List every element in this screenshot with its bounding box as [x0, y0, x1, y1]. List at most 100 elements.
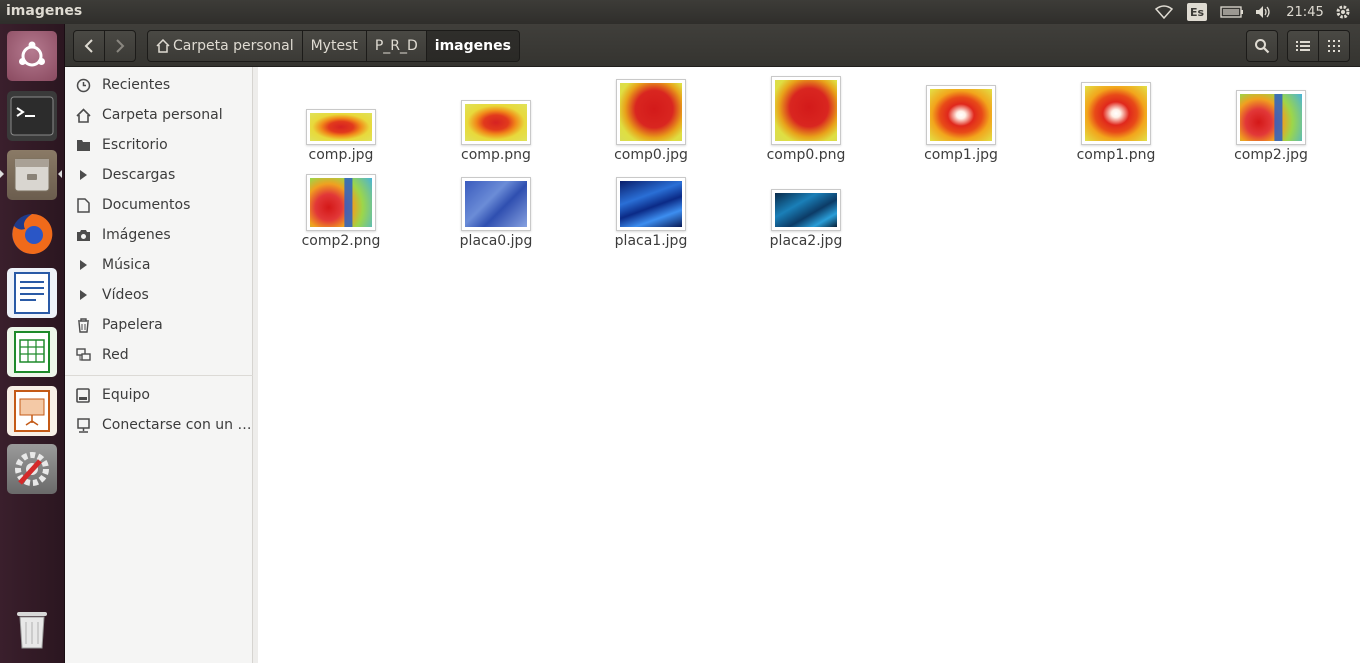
video-icon	[75, 287, 91, 303]
file-thumbnail	[1081, 82, 1151, 145]
sidebar-item-equipo[interactable]: Equipo	[65, 380, 253, 410]
file-item[interactable]: comp2.jpg	[1216, 75, 1326, 175]
file-item[interactable]: placa2.jpg	[751, 161, 861, 261]
file-thumbnail	[926, 85, 996, 145]
file-item[interactable]: comp.png	[441, 75, 551, 175]
calc-button[interactable]	[7, 327, 57, 377]
sidebar: Recientes Carpeta personal Escritorio De…	[65, 67, 253, 663]
sidebar-item-escritorio[interactable]: Escritorio	[65, 130, 253, 160]
chevron-right-icon	[116, 39, 125, 53]
pathbar-label: Mytest	[310, 38, 358, 54]
sidebar-item-label: Recientes	[102, 77, 171, 93]
ubuntu-dash-button[interactable]	[7, 31, 57, 81]
firefox-icon	[12, 213, 53, 254]
file-thumbnail	[616, 79, 686, 145]
file-thumbnail	[616, 177, 686, 231]
sidebar-item-label: Carpeta personal	[102, 107, 223, 123]
sidebar-item-recientes[interactable]: Recientes	[65, 70, 253, 100]
pathbar-item-imagenes[interactable]: imagenes	[426, 30, 520, 62]
sidebar-item-label: Conectarse con un …	[102, 417, 252, 433]
window-title: imagenes	[6, 3, 83, 19]
terminal-button[interactable]	[7, 91, 57, 141]
view-options-button[interactable]	[1318, 30, 1350, 62]
drive-icon	[75, 387, 91, 403]
path-bar: Carpeta personal Mytest P_R_D imagenes	[147, 30, 520, 62]
search-icon	[1255, 39, 1270, 54]
home-icon	[75, 107, 91, 123]
top-panel: imagenes Es 21:45	[0, 0, 1360, 24]
sidebar-item-descargas[interactable]: Descargas	[65, 160, 253, 190]
volume-icon[interactable]	[1253, 0, 1275, 24]
sidebar-item-label: Imágenes	[102, 227, 171, 243]
impress-button[interactable]	[7, 386, 57, 436]
sidebar-separator	[65, 375, 253, 376]
trash-button[interactable]	[7, 604, 57, 654]
file-item[interactable]: placa0.jpg	[441, 161, 551, 261]
pathbar-item-prd[interactable]: P_R_D	[366, 30, 427, 62]
sidebar-item-documentos[interactable]: Documentos	[65, 190, 253, 220]
music-icon	[75, 257, 91, 273]
file-item[interactable]: comp0.jpg	[596, 75, 706, 175]
sidebar-item-label: Documentos	[102, 197, 191, 213]
file-item[interactable]: comp0.png	[751, 75, 861, 175]
trash-icon	[17, 612, 47, 649]
sidebar-item-videos[interactable]: Vídeos	[65, 280, 253, 310]
file-name: comp2.png	[301, 233, 381, 249]
chevron-left-icon	[84, 39, 93, 53]
file-item[interactable]: comp.jpg	[286, 75, 396, 175]
forward-button[interactable]	[104, 30, 136, 62]
file-name: placa2.jpg	[769, 233, 843, 249]
sidebar-item-papelera[interactable]: Papelera	[65, 310, 253, 340]
camera-icon	[75, 227, 91, 243]
file-name: comp2.jpg	[1234, 147, 1308, 163]
terminal-icon	[10, 96, 54, 136]
sidebar-item-carpeta-personal[interactable]: Carpeta personal	[65, 100, 253, 130]
focused-indicator	[58, 170, 62, 178]
sidebar-item-imagenes[interactable]: Imágenes	[65, 220, 253, 250]
file-item[interactable]: comp1.jpg	[906, 75, 1016, 175]
writer-button[interactable]	[7, 268, 57, 318]
battery-icon[interactable]	[1218, 0, 1246, 24]
keyboard-layout-indicator[interactable]: Es	[1186, 0, 1208, 24]
wifi-icon[interactable]	[1153, 0, 1175, 24]
file-thumbnail	[771, 76, 841, 145]
file-name: comp1.jpg	[924, 147, 998, 163]
file-thumbnail	[461, 100, 531, 145]
file-item[interactable]: comp1.png	[1061, 75, 1171, 175]
impress-icon	[14, 390, 50, 432]
file-thumbnail	[1236, 90, 1306, 145]
sidebar-item-connect-server[interactable]: Conectarse con un …	[65, 410, 253, 440]
system-settings-button[interactable]	[7, 444, 57, 494]
keyboard-layout-label: Es	[1187, 3, 1207, 21]
file-cabinet-icon	[14, 158, 50, 192]
launcher	[0, 24, 65, 663]
clock[interactable]: 21:45	[1283, 0, 1327, 24]
list-view-button[interactable]	[1287, 30, 1319, 62]
clock-icon	[75, 77, 91, 93]
running-indicator	[0, 170, 4, 178]
back-button[interactable]	[73, 30, 105, 62]
file-item[interactable]: placa1.jpg	[596, 161, 706, 261]
search-button[interactable]	[1246, 30, 1278, 62]
pathbar-label: imagenes	[434, 38, 511, 54]
sidebar-item-musica[interactable]: Música	[65, 250, 253, 280]
document-icon	[75, 197, 91, 213]
files-button[interactable]	[7, 150, 57, 200]
firefox-button[interactable]	[7, 209, 57, 259]
file-item[interactable]: comp2.png	[286, 161, 396, 261]
pathbar-item-mytest[interactable]: Mytest	[302, 30, 367, 62]
server-icon	[75, 417, 91, 433]
sidebar-item-label: Equipo	[102, 387, 150, 403]
gear-icon[interactable]	[1331, 0, 1355, 24]
pathbar-item-home[interactable]: Carpeta personal	[147, 30, 303, 62]
home-icon	[156, 39, 170, 53]
file-thumbnail	[771, 189, 841, 231]
file-name: placa0.jpg	[459, 233, 533, 249]
file-thumbnail	[461, 177, 531, 231]
grid-view-icon	[1328, 40, 1340, 52]
pathbar-label: Carpeta personal	[173, 38, 294, 54]
file-view: comp.jpg comp.png comp0.jpg comp0.png co…	[258, 67, 1360, 663]
writer-icon	[14, 272, 50, 314]
sidebar-item-label: Música	[102, 257, 151, 273]
sidebar-item-red[interactable]: Red	[65, 340, 253, 370]
